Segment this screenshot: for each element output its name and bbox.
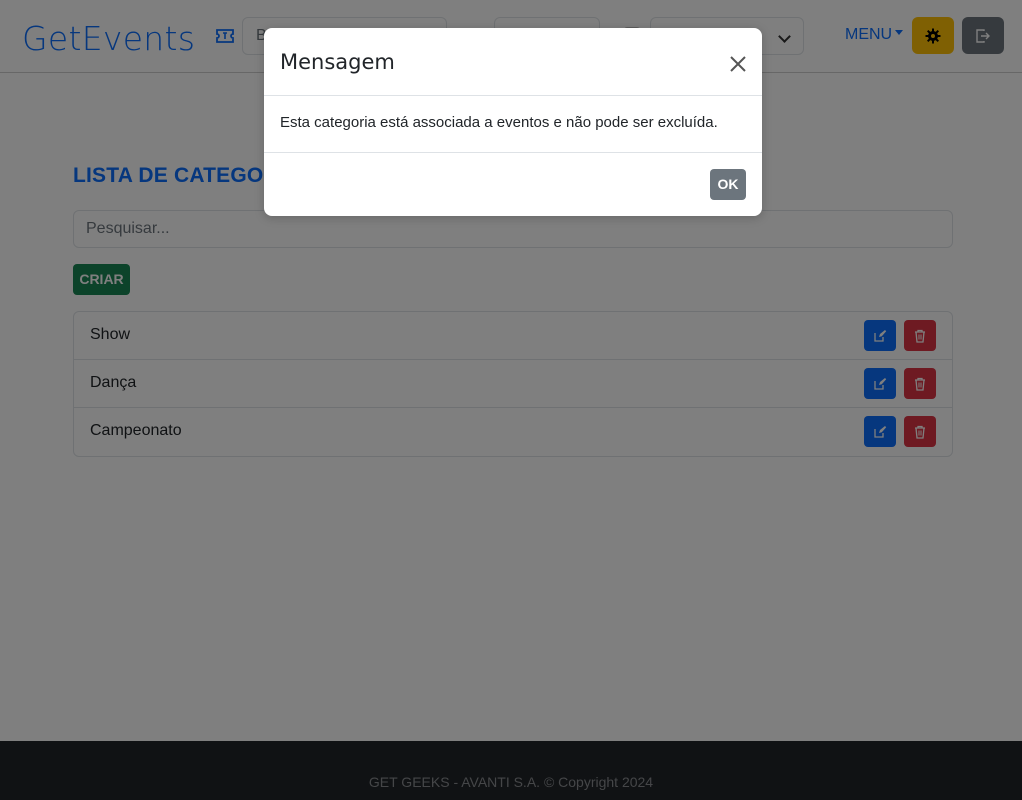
close-icon[interactable] xyxy=(726,52,750,76)
ok-button[interactable]: OK xyxy=(710,169,746,200)
modal-title: Mensagem xyxy=(280,50,395,74)
modal-header: Mensagem xyxy=(264,28,762,96)
modal-body: Esta categoria está associada a eventos … xyxy=(264,96,762,153)
message-modal: Mensagem Esta categoria está associada a… xyxy=(264,28,762,216)
modal-message: Esta categoria está associada a eventos … xyxy=(280,114,718,131)
